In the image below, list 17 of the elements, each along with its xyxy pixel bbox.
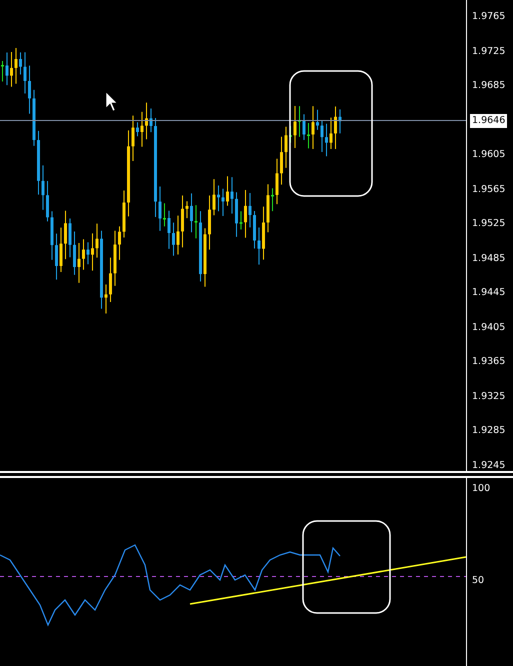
price-tick-label: 1.9365 bbox=[472, 355, 506, 369]
price-tick-label: 1.9605 bbox=[472, 148, 506, 162]
current-price-label: 1.9646 bbox=[470, 114, 508, 128]
price-tick-label: 1.9245 bbox=[472, 458, 506, 472]
price-tick-label: 1.9445 bbox=[472, 286, 506, 300]
price-tick-label: 1.9685 bbox=[472, 79, 506, 93]
cursor-icon bbox=[106, 91, 118, 112]
price-tick-label: 1.9405 bbox=[472, 320, 506, 334]
price-tick-label: 1.9765 bbox=[472, 10, 506, 24]
price-tick-label: 1.9525 bbox=[472, 217, 506, 231]
indicator-tick-label: 100 bbox=[472, 482, 490, 496]
price-tick-label: 1.9325 bbox=[472, 390, 506, 404]
price-tick-label: 1.9725 bbox=[472, 44, 506, 58]
price-tick-label: 1.9485 bbox=[472, 252, 506, 266]
price-tick-label: 1.9565 bbox=[472, 182, 506, 196]
price-tick-label: 1.9285 bbox=[472, 424, 506, 438]
indicator-tick-label: 50 bbox=[472, 574, 484, 588]
